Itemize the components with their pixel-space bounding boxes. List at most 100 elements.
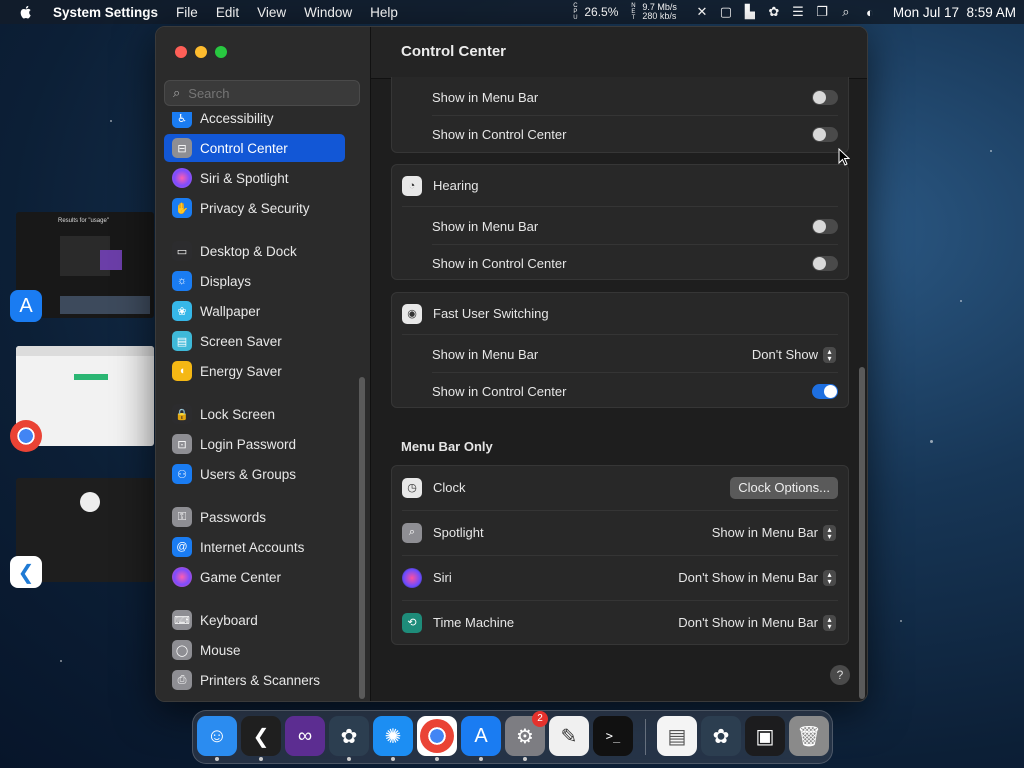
dock-visual-studio-code[interactable]: ❮ [241, 716, 281, 756]
trash-icon: 🗑 [796, 725, 822, 748]
main-scrollbar[interactable] [859, 367, 865, 699]
row-time-machine: ⟲ Time Machine Don't Show in Menu Bar ▴ ▾ [392, 604, 848, 641]
group-previous-item: Show in Menu Bar Show in Control Center [391, 77, 849, 153]
sidebar-item-energy-saver[interactable]: ◖ Energy Saver [164, 357, 345, 385]
sidebar-icon[interactable]: ☰ [789, 4, 807, 19]
screenshot-icon[interactable]: ▢ [717, 4, 735, 19]
sidebar-item-screen-saver[interactable]: ▤ Screen Saver [164, 327, 345, 355]
sidebar-item-label: Energy Saver [200, 363, 282, 379]
dock-bee[interactable]: ✿ [329, 716, 369, 756]
dock-textedit[interactable]: ✎ [549, 716, 589, 756]
popup-fast-user-menu-bar[interactable]: Don't Show ▴ ▾ [752, 346, 836, 363]
sidebar-item-label: Keyboard [200, 612, 258, 628]
bee-icon: ✿ [712, 725, 730, 748]
system-settings-window: ⌕ ♿ Accessibility ⊟ Control Center Siri & Sp… [155, 26, 868, 702]
chrome-stage-icon[interactable] [10, 420, 42, 452]
net-down: 280 kb/s [642, 11, 677, 21]
window-menu[interactable]: Window [295, 5, 361, 20]
sidebar-item-users-groups[interactable]: ⚇ Users & Groups [164, 460, 345, 488]
notification-badge: 2 [532, 711, 548, 727]
app-menu[interactable]: System Settings [44, 5, 167, 20]
sidebar-item-label: Accessibility [200, 112, 274, 126]
search-input[interactable] [188, 85, 349, 101]
windows-icon[interactable]: ❐ [813, 4, 831, 19]
net-rates[interactable]: 9.7 Mb/s 280 kb/s [642, 3, 677, 21]
sidebar-item-mouse[interactable]: ◯ Mouse [164, 636, 345, 664]
edit-menu[interactable]: Edit [207, 5, 248, 20]
sidebar-scrollbar[interactable] [359, 377, 365, 699]
status-icon[interactable]: ▙ [741, 4, 759, 19]
toggle-hearing-control-center[interactable] [812, 256, 838, 271]
running-indicator [523, 757, 527, 761]
file-menu[interactable]: File [167, 5, 207, 20]
row-hearing-header: ◔ Hearing [392, 167, 848, 204]
minimize-button[interactable] [195, 46, 207, 58]
sidebar-item-label: Control Center [200, 140, 288, 156]
apple-icon[interactable] [18, 4, 34, 20]
help-menu[interactable]: Help [361, 5, 407, 20]
toggle-hearing-menu-bar[interactable] [812, 219, 838, 234]
dock-finder[interactable]: ☺ [197, 716, 237, 756]
popup-siri[interactable]: Don't Show in Menu Bar ▴ ▾ [678, 569, 836, 586]
bee-icon: ✿ [340, 725, 358, 748]
running-indicator [259, 757, 263, 761]
view-menu[interactable]: View [248, 5, 295, 20]
chevron-updown-icon: ▴ ▾ [823, 524, 836, 541]
cpu-percent[interactable]: 26.5% [584, 5, 618, 19]
sidebar: ⌕ ♿ Accessibility ⊟ Control Center Siri & Sp… [156, 27, 371, 701]
dock-bee-archive[interactable]: ✿ [701, 716, 741, 756]
dock-app-store[interactable]: A [461, 716, 501, 756]
toggle-show-in-menu-bar[interactable] [812, 90, 838, 105]
running-indicator [347, 757, 351, 761]
row-show-in-menu-bar: Show in Menu Bar Don't Show ▴ ▾ [392, 336, 848, 373]
popup-spotlight[interactable]: Show in Menu Bar ▴ ▾ [712, 524, 836, 541]
dock-icon: ▭ [172, 241, 192, 261]
search-field[interactable]: ⌕ [164, 80, 360, 106]
sidebar-item-lock-screen[interactable]: 🔒 Lock Screen [164, 400, 345, 428]
zoom-button[interactable] [215, 46, 227, 58]
dock-chrome[interactable] [417, 716, 457, 756]
dock-divider [645, 719, 646, 755]
sidebar-item-desktop-dock[interactable]: ▭ Desktop & Dock [164, 237, 345, 265]
control-center-icon[interactable]: ◐ [861, 5, 879, 20]
popup-time-machine[interactable]: Don't Show in Menu Bar ▴ ▾ [678, 614, 836, 631]
sidebar-item-privacy-security[interactable]: ✋ Privacy & Security [164, 194, 345, 222]
spotlight-label: Spotlight [433, 525, 484, 540]
sidebar-item-siri-spotlight[interactable]: Siri & Spotlight [164, 164, 345, 192]
bee-icon[interactable]: ✿ [765, 4, 783, 19]
dock-system-settings[interactable]: ⚙ 2 [505, 711, 548, 756]
vscode-stage-icon[interactable]: ❮ [10, 556, 42, 588]
running-indicator [435, 757, 439, 761]
sidebar-item-passwords[interactable]: ⚿ Passwords [164, 503, 345, 531]
app-store-stage-icon[interactable]: A [10, 290, 42, 322]
dock-visual-studio[interactable]: ∞ [285, 716, 325, 756]
toggle-fast-user-control-center[interactable] [812, 384, 838, 399]
dock-finder-window[interactable]: ▣ [745, 716, 785, 756]
sidebar-item-control-center[interactable]: ⊟ Control Center [164, 134, 345, 162]
dock-trash[interactable]: 🗑 [789, 716, 829, 756]
close-button[interactable] [175, 46, 187, 58]
clock-datetime[interactable]: Mon Jul 17 8:59 AM [893, 5, 1016, 20]
sidebar-item-internet-accounts[interactable]: @ Internet Accounts [164, 533, 345, 561]
dock-document[interactable]: ▤ [657, 716, 697, 756]
sidebar-item-accessibility[interactable]: ♿ Accessibility [164, 112, 345, 132]
dock-terminal[interactable]: >_ [593, 716, 633, 756]
search-icon[interactable]: ⌕ [837, 4, 855, 19]
sidebar-item-game-center[interactable]: Game Center [164, 563, 345, 591]
chevron-updown-icon: ▴ ▾ [823, 569, 836, 586]
sidebar-item-displays[interactable]: ☼ Displays [164, 267, 345, 295]
row-label: Show in Menu Bar [432, 347, 539, 362]
toggle-show-in-control-center[interactable] [812, 127, 838, 142]
status-area: C P U 26.5% N E T 9.7 Mb/s 280 kb/s ✕ ▢ … [572, 3, 1024, 22]
clock-options-button[interactable]: Clock Options... [730, 476, 838, 499]
sidebar-item-wallpaper[interactable]: ❀ Wallpaper [164, 297, 345, 325]
row-show-in-menu-bar: Show in Menu Bar [392, 79, 848, 116]
help-button[interactable]: ? [830, 665, 850, 685]
user-circle-icon: ◉ [402, 303, 422, 324]
sidebar-item-printers-scanners[interactable]: ⎙ Printers & Scanners [164, 666, 345, 694]
sidebar-item-keyboard[interactable]: ⌨ Keyboard [164, 606, 345, 634]
hearing-title: Hearing [433, 178, 479, 193]
dock-safari[interactable]: ✺ [373, 716, 413, 756]
sidebar-item-login-password[interactable]: ⊡ Login Password [164, 430, 345, 458]
close-x-icon[interactable]: ✕ [693, 4, 711, 19]
